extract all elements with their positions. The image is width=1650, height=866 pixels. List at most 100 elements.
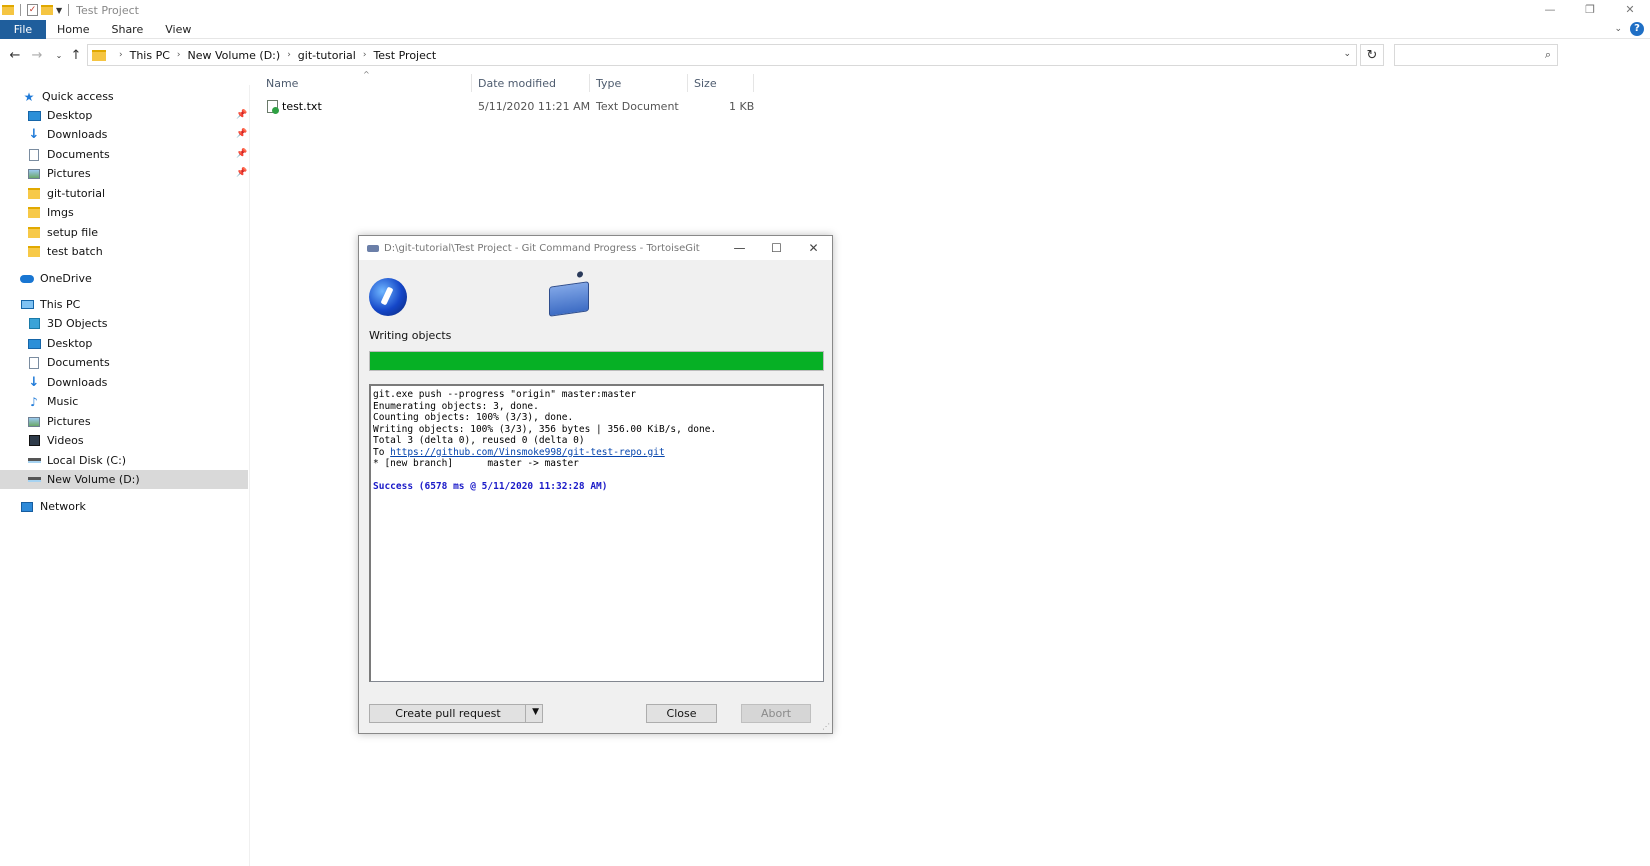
column-header-name[interactable]: Name (262, 74, 472, 92)
sidebar-item-label: Documents (47, 148, 110, 161)
text-file-icon (267, 100, 279, 114)
breadcrumb-separator: › (119, 50, 123, 60)
tab-view[interactable]: View (157, 20, 205, 39)
cube-icon (28, 318, 40, 329)
progress-status-label: Writing objects (369, 329, 452, 342)
expand-ribbon-icon[interactable]: ⌄ (1614, 24, 1622, 34)
address-bar[interactable]: › This PC › New Volume (D:) › git-tutori… (87, 44, 1357, 66)
sidebar-item-git-tutorial[interactable]: git-tutorial (27, 184, 105, 203)
globe-icon (369, 278, 407, 316)
sidebar-item-desktop[interactable]: Desktop (27, 106, 92, 125)
git-progress-dialog: D:\git-tutorial\Test Project - Git Comma… (358, 235, 833, 734)
search-icon: ⌕ (1544, 48, 1551, 61)
sidebar-item-pc-pictures[interactable]: Pictures (27, 412, 91, 431)
sidebar-item-music[interactable]: ♪ Music (27, 392, 78, 411)
sidebar-item-label: Network (40, 500, 86, 513)
sidebar-item-label: git-tutorial (47, 187, 106, 200)
tab-home[interactable]: Home (46, 20, 103, 39)
sidebar-item-label: 3D Objects (47, 317, 108, 330)
sidebar-item-this-pc[interactable]: This PC (20, 295, 80, 314)
sidebar-item-quick-access[interactable]: ★ Quick access (22, 87, 114, 106)
output-log[interactable]: git.exe push --progress "origin" master:… (369, 384, 824, 682)
sidebar-item-label: Desktop (47, 109, 93, 122)
sidebar-item-new-volume-d[interactable]: New Volume (D:) (0, 470, 248, 489)
breadcrumb-separator: › (362, 50, 367, 60)
restore-icon[interactable]: ❐ (1570, 0, 1610, 18)
breadcrumb-new-volume[interactable]: New Volume (D:) (188, 49, 281, 62)
video-icon (28, 435, 40, 446)
sidebar-item-setup-file[interactable]: setup file (27, 223, 98, 242)
recent-locations-icon[interactable]: ⌄ (50, 46, 68, 64)
log-line: Enumerating objects: 3, done. (373, 400, 539, 412)
abort-button[interactable]: Abort (741, 704, 811, 723)
properties-icon[interactable]: ✓ (27, 4, 38, 16)
sidebar-item-label: test batch (47, 245, 103, 258)
tab-share[interactable]: Share (103, 20, 157, 39)
pin-icon[interactable]: 📌 (236, 149, 247, 159)
customize-toolbar-icon[interactable]: ▼ (56, 6, 62, 15)
sidebar-item-test-batch[interactable]: test batch (27, 242, 103, 261)
column-header-date-modified[interactable]: Date modified (474, 74, 590, 92)
pin-icon[interactable]: 📌 (236, 110, 247, 120)
refresh-button[interactable]: ↻ (1360, 44, 1384, 66)
up-arrow-icon[interactable]: ↑ (67, 46, 85, 64)
refresh-icon: ↻ (1366, 47, 1378, 63)
separator (20, 4, 21, 16)
sidebar-item-pictures[interactable]: Pictures (27, 164, 91, 183)
ribbon-right: ⌄ ? (1614, 22, 1644, 36)
column-header-size[interactable]: Size (690, 74, 754, 92)
file-date: 5/11/2020 11:21 AM (478, 100, 591, 113)
create-pull-request-button[interactable]: Create pull request ▼ (369, 704, 543, 723)
sidebar-item-network[interactable]: Network (20, 497, 86, 516)
dialog-title-bar: D:\git-tutorial\Test Project - Git Comma… (359, 236, 832, 260)
progress-bar-fill (370, 352, 823, 370)
breadcrumb-git-tutorial[interactable]: git-tutorial (298, 49, 356, 62)
folder-icon (28, 207, 40, 218)
sidebar-item-downloads[interactable]: ↓ Downloads (27, 125, 108, 144)
minimize-icon[interactable]: — (1530, 0, 1570, 18)
pin-icon[interactable]: 📌 (236, 168, 247, 178)
sidebar-item-onedrive[interactable]: OneDrive (20, 269, 92, 288)
help-icon[interactable]: ? (1630, 22, 1644, 36)
tab-file[interactable]: File (0, 19, 46, 39)
sidebar-item-label: Imgs (47, 206, 74, 219)
column-header-type[interactable]: Type (592, 74, 688, 92)
sidebar-item-pc-downloads[interactable]: ↓ Downloads (27, 373, 108, 392)
sidebar-item-pc-desktop[interactable]: Desktop (27, 334, 92, 353)
sidebar-item-pc-documents[interactable]: Documents (27, 353, 110, 372)
breadcrumb-test-project[interactable]: Test Project (373, 49, 436, 62)
repository-url-link[interactable]: https://github.com/Vinsmoke998/git-test-… (390, 447, 665, 458)
close-icon[interactable]: ✕ (1610, 0, 1650, 18)
pin-icon[interactable]: 📌 (236, 129, 247, 139)
sidebar-item-label: Local Disk (C:) (47, 454, 127, 467)
log-line: Total 3 (delta 0), reused 0 (delta 0) (373, 435, 585, 446)
address-dropdown-icon[interactable]: ⌄ (1343, 49, 1351, 59)
sidebar-item-3d-objects[interactable]: 3D Objects (27, 314, 108, 333)
folder-icon (28, 246, 40, 257)
sidebar-item-label: New Volume (D:) (47, 473, 140, 486)
dropdown-arrow-icon[interactable]: ▼ (532, 707, 539, 717)
sidebar-item-videos[interactable]: Videos (27, 431, 84, 450)
file-row[interactable]: test.txt 5/11/2020 11:21 AM Text Documen… (262, 97, 757, 116)
sidebar-item-documents[interactable]: Documents (27, 145, 110, 164)
close-button[interactable]: Close (646, 704, 717, 723)
close-icon[interactable]: ✕ (795, 236, 832, 260)
minimize-icon[interactable]: — (721, 236, 758, 260)
sidebar-item-imgs[interactable]: Imgs (27, 203, 74, 222)
breadcrumb-separator: › (287, 50, 291, 60)
search-input[interactable]: ⌕ (1394, 44, 1558, 66)
breadcrumb-this-pc[interactable]: This PC (130, 49, 170, 62)
sidebar-item-label: OneDrive (40, 272, 92, 285)
network-icon (21, 501, 33, 512)
pictures-icon (28, 416, 40, 427)
new-folder-icon[interactable] (41, 5, 53, 15)
resize-grip-icon[interactable]: ⋰ (822, 722, 830, 731)
maximize-icon[interactable]: ☐ (758, 236, 795, 260)
log-line: Writing objects: 100% (3/3), 356 bytes |… (373, 423, 717, 435)
cloud-icon (20, 274, 34, 283)
back-arrow-icon[interactable]: ← (6, 46, 24, 64)
download-icon: ↓ (28, 127, 40, 142)
sidebar-item-local-disk-c[interactable]: Local Disk (C:) (27, 451, 126, 470)
progress-bar (369, 351, 824, 371)
forward-arrow-icon[interactable]: → (28, 46, 46, 64)
